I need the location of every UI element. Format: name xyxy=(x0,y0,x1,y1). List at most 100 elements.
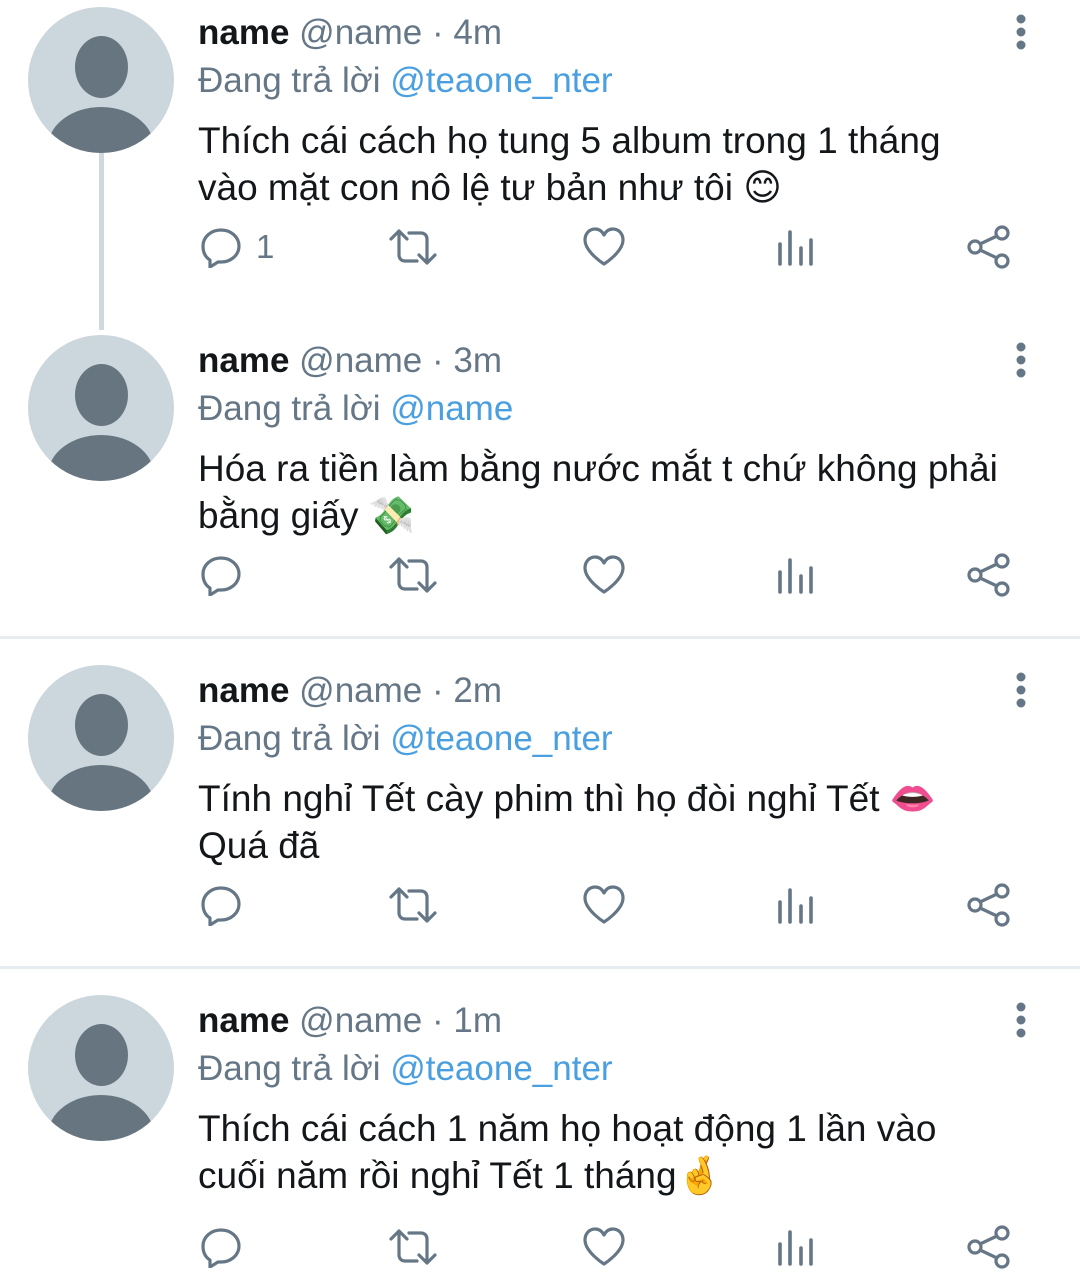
reply-button[interactable] xyxy=(200,550,256,600)
smiling-face-icon: 😊 xyxy=(743,166,782,209)
heart-icon xyxy=(583,227,625,266)
analytics-icon xyxy=(778,230,813,266)
tweet[interactable]: name @name · 4m Đang trả lời @teaone_nte… xyxy=(0,2,1080,302)
tweet-text: Thích cái cách họ tung 5 album trong 1 t… xyxy=(198,117,1058,211)
share-button[interactable] xyxy=(966,222,1012,272)
handle[interactable]: @name xyxy=(299,13,422,52)
retweet-icon xyxy=(389,1229,437,1265)
tweet[interactable]: name @name · 3m Đang trả lời @name Hóa r… xyxy=(0,330,1080,630)
retweet-button[interactable] xyxy=(388,1222,438,1272)
tweet-header: name @name · 3m xyxy=(198,340,502,382)
retweet-button[interactable] xyxy=(388,222,438,272)
separator: · xyxy=(432,341,444,380)
heart-icon xyxy=(583,555,625,594)
tweet-text: Thích cái cách 1 năm họ hoạt động 1 lần … xyxy=(198,1105,1058,1199)
handle[interactable]: @name xyxy=(299,341,422,380)
like-button[interactable] xyxy=(582,550,626,600)
display-name[interactable]: name xyxy=(198,1001,289,1040)
avatar[interactable] xyxy=(28,335,174,481)
share-button[interactable] xyxy=(966,1222,1012,1272)
display-name[interactable]: name xyxy=(198,671,289,710)
tweet-text-line: bằng giấy xyxy=(198,495,359,536)
like-button[interactable] xyxy=(582,222,626,272)
tweet-text: Hóa ra tiền làm bằng nước mắt t chứ khôn… xyxy=(198,445,1058,539)
replying-to-label: Đang trả lời xyxy=(198,719,381,758)
more-options-icon[interactable] xyxy=(1008,672,1034,708)
heart-icon xyxy=(583,885,625,924)
timestamp[interactable]: 3m xyxy=(453,341,502,380)
mention-link[interactable]: @teaone_nter xyxy=(390,1049,612,1088)
tweet-text-line: vào mặt con nô lệ tư bản như tôi xyxy=(198,167,733,208)
more-options-icon[interactable] xyxy=(1008,342,1034,378)
retweet-button[interactable] xyxy=(388,880,438,930)
heart-icon xyxy=(583,1227,625,1266)
tweet-header: name @name · 2m xyxy=(198,670,502,712)
tweet-text-line: Thích cái cách họ tung 5 album trong 1 t… xyxy=(198,120,941,161)
share-icon xyxy=(967,553,1010,597)
tweet[interactable]: name @name · 2m Đang trả lời @teaone_nte… xyxy=(0,660,1080,960)
mention-link[interactable]: @teaone_nter xyxy=(390,719,612,758)
tweet-text-line: Hóa ra tiền làm bằng nước mắt t chứ khôn… xyxy=(198,448,998,489)
separator: · xyxy=(432,1001,444,1040)
reply-button[interactable] xyxy=(200,880,256,930)
reply-icon xyxy=(201,1228,241,1268)
tweet-text-line: Tính nghỉ Tết cày phim thì họ đòi nghỉ T… xyxy=(198,778,880,819)
replying-to: Đang trả lời @teaone_nter xyxy=(198,60,613,102)
separator: · xyxy=(432,13,444,52)
reply-icon xyxy=(201,228,241,268)
separator: · xyxy=(432,671,444,710)
tweet-divider xyxy=(0,966,1080,969)
avatar[interactable] xyxy=(28,995,174,1141)
timestamp[interactable]: 4m xyxy=(453,13,502,52)
more-options-icon[interactable] xyxy=(1008,14,1034,50)
mention-link[interactable]: @teaone_nter xyxy=(390,61,612,100)
share-button[interactable] xyxy=(966,550,1012,600)
analytics-icon xyxy=(778,558,813,594)
analytics-button[interactable] xyxy=(776,550,816,600)
replying-to-label: Đang trả lời xyxy=(198,1049,381,1088)
avatar[interactable] xyxy=(28,7,174,153)
display-name[interactable]: name xyxy=(198,13,289,52)
tweet-text-line: Quá đã xyxy=(198,825,320,866)
replying-to: Đang trả lời @name xyxy=(198,388,513,430)
reply-icon xyxy=(201,886,241,926)
share-button[interactable] xyxy=(966,880,1012,930)
analytics-icon xyxy=(778,888,813,924)
timestamp[interactable]: 1m xyxy=(453,1001,502,1040)
share-icon xyxy=(967,1225,1010,1269)
money-with-wings-icon: 💸 xyxy=(368,494,415,537)
analytics-button[interactable] xyxy=(776,880,816,930)
tweet[interactable]: name @name · 1m Đang trả lời @teaone_nte… xyxy=(0,990,1080,1282)
more-options-icon[interactable] xyxy=(1008,1002,1034,1038)
like-button[interactable] xyxy=(582,1222,626,1272)
replying-to: Đang trả lời @teaone_nter xyxy=(198,1048,613,1090)
replying-to-label: Đang trả lời xyxy=(198,61,381,100)
tweet-header: name @name · 4m xyxy=(198,12,502,54)
timestamp[interactable]: 2m xyxy=(453,671,502,710)
avatar[interactable] xyxy=(28,665,174,811)
handle[interactable]: @name xyxy=(299,671,422,710)
share-icon xyxy=(967,225,1010,269)
retweet-button[interactable] xyxy=(388,550,438,600)
retweet-icon xyxy=(389,229,437,265)
crossed-fingers-icon: 🤞 xyxy=(676,1154,723,1197)
tweet-actions: 1 xyxy=(0,222,1080,272)
like-button[interactable] xyxy=(582,880,626,930)
analytics-button[interactable] xyxy=(776,1222,816,1272)
mention-link[interactable]: @name xyxy=(390,389,513,428)
handle[interactable]: @name xyxy=(299,1001,422,1040)
replying-to: Đang trả lời @teaone_nter xyxy=(198,718,613,760)
reply-button[interactable] xyxy=(200,1222,256,1272)
mouth-icon: 👄 xyxy=(889,777,936,820)
retweet-icon xyxy=(389,887,437,923)
analytics-button[interactable] xyxy=(776,222,816,272)
tweet-header: name @name · 1m xyxy=(198,1000,502,1042)
reply-button[interactable]: 1 xyxy=(200,222,274,272)
tweet-actions xyxy=(0,550,1080,600)
tweet-text-line: Thích cái cách 1 năm họ hoạt động 1 lần … xyxy=(198,1108,937,1149)
display-name[interactable]: name xyxy=(198,341,289,380)
reply-icon xyxy=(201,556,241,596)
tweet-actions xyxy=(0,880,1080,930)
reply-count: 1 xyxy=(256,228,275,265)
tweet-divider xyxy=(0,636,1080,639)
